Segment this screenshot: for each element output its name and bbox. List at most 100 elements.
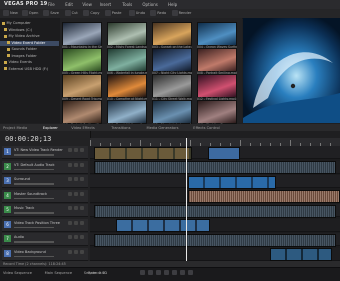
loop-icon[interactable] <box>180 270 185 275</box>
menu-item-edit[interactable]: Edit <box>65 2 73 7</box>
media-thumbnail[interactable] <box>197 48 237 72</box>
explorer-item[interactable]: Video Event Folder <box>0 40 59 46</box>
media-thumbnail[interactable] <box>62 100 102 124</box>
track-header[interactable]: 1 VT: New Video Track Render <box>2 146 88 159</box>
undo-icon[interactable] <box>128 10 135 16</box>
play-icon[interactable] <box>148 270 153 275</box>
menu-item-view[interactable]: View <box>82 2 92 7</box>
render-icon[interactable] <box>171 10 178 16</box>
solo-icon[interactable] <box>74 206 78 210</box>
pause-icon[interactable] <box>156 270 161 275</box>
copy-icon[interactable] <box>83 10 90 16</box>
fx-icon[interactable] <box>80 235 84 239</box>
track-volume-slider[interactable] <box>14 212 54 214</box>
cut-button[interactable]: Cut <box>72 11 78 15</box>
timeline-tracks[interactable] <box>90 146 340 261</box>
track-volume-slider[interactable] <box>14 241 54 243</box>
media-thumbnail[interactable] <box>152 100 192 124</box>
timeline-clip[interactable] <box>94 161 336 174</box>
mute-icon[interactable] <box>68 249 72 254</box>
save-button[interactable]: Save <box>50 11 59 15</box>
open-icon[interactable] <box>21 10 28 16</box>
timeline-clip[interactable] <box>208 146 240 160</box>
media-thumbnail[interactable] <box>107 48 147 72</box>
paste-button[interactable]: Paste <box>112 11 122 15</box>
media-thumbnail[interactable] <box>152 22 192 46</box>
explorer-item[interactable]: Video Events <box>0 60 59 66</box>
prev-icon[interactable] <box>140 270 145 275</box>
fx-icon[interactable] <box>80 177 84 181</box>
media-thumbnail[interactable] <box>197 100 237 124</box>
media-thumbnail[interactable] <box>107 74 147 98</box>
solo-icon[interactable] <box>74 235 78 239</box>
tab-project-media[interactable]: Project Media <box>3 126 27 130</box>
media-thumbnail[interactable] <box>62 74 102 98</box>
fx-icon[interactable] <box>80 249 84 254</box>
track-volume-slider[interactable] <box>14 255 54 257</box>
playhead-cursor[interactable] <box>186 138 187 261</box>
track-header[interactable]: 6 Video Track Position Three <box>2 218 88 232</box>
tab-video-effects[interactable]: Video Effects <box>71 126 94 130</box>
solo-icon[interactable] <box>74 191 78 196</box>
render-button[interactable]: Render <box>179 11 192 15</box>
solo-icon[interactable] <box>74 220 78 225</box>
track-header[interactable]: 5 Music Track <box>2 204 88 217</box>
mute-icon[interactable] <box>68 148 72 152</box>
solo-icon[interactable] <box>74 148 78 152</box>
media-thumbnail[interactable] <box>62 22 102 46</box>
bottom-tab-main-sequence[interactable]: Main Sequence <box>45 271 72 275</box>
timeline-clip[interactable] <box>270 248 332 261</box>
tab-explorer[interactable]: Explorer <box>43 126 58 130</box>
timeline-clip[interactable] <box>188 190 340 203</box>
solo-icon[interactable] <box>74 177 78 181</box>
timeline-clip[interactable] <box>94 146 192 160</box>
track-volume-slider[interactable] <box>14 226 54 228</box>
tab-transitions[interactable]: Transitions <box>111 126 130 130</box>
explorer-item[interactable]: External USB HDD (F:) <box>0 67 59 73</box>
fx-icon[interactable] <box>80 220 84 225</box>
explorer-item[interactable]: Images Folder <box>0 54 59 60</box>
track-header[interactable]: 4 Master Soundtrack <box>2 189 88 203</box>
timeline-clip[interactable] <box>94 233 336 247</box>
menu-item-options[interactable]: Options <box>142 2 157 7</box>
next-icon[interactable] <box>172 270 177 275</box>
tab-media-generators[interactable]: Media Generators <box>147 126 179 130</box>
redo-icon[interactable] <box>150 10 157 16</box>
undo-button[interactable]: Undo <box>136 11 145 15</box>
new-button[interactable]: New <box>10 11 18 15</box>
media-thumbnail[interactable] <box>152 74 192 98</box>
explorer-item[interactable]: My Computer <box>0 21 59 27</box>
track-volume-slider[interactable] <box>14 168 54 170</box>
solo-icon[interactable] <box>74 249 78 254</box>
bottom-tab-video-sequence[interactable]: Video Sequence <box>3 271 32 275</box>
solo-icon[interactable] <box>74 162 78 167</box>
explorer-item[interactable]: Windows (C:) <box>0 28 59 34</box>
track-volume-slider[interactable] <box>14 183 54 185</box>
menu-item-file[interactable]: File <box>48 2 55 7</box>
media-thumbnail[interactable] <box>197 74 237 98</box>
menu-item-tools[interactable]: Tools <box>122 2 132 7</box>
fx-icon[interactable] <box>80 148 84 152</box>
timeline-clip[interactable] <box>188 175 276 189</box>
mute-icon[interactable] <box>68 235 72 239</box>
track-header[interactable]: 8 Video Background <box>2 247 88 261</box>
timeline-ruler[interactable] <box>90 138 340 146</box>
media-thumbnail[interactable] <box>197 22 237 46</box>
copy-button[interactable]: Copy <box>90 11 99 15</box>
new-icon[interactable] <box>3 10 9 16</box>
track-volume-slider[interactable] <box>14 154 54 156</box>
media-thumbnail[interactable] <box>152 48 192 72</box>
redo-button[interactable]: Redo <box>157 11 166 15</box>
track-header[interactable]: 3 Surround <box>2 175 88 188</box>
tab-effects-control[interactable]: Effects Control <box>193 126 219 130</box>
track-header[interactable]: 2 VT: Default Audio Track <box>2 160 88 174</box>
record-icon[interactable] <box>188 270 193 275</box>
fx-icon[interactable] <box>80 191 84 196</box>
timeline-clip[interactable] <box>94 204 336 218</box>
mute-icon[interactable] <box>68 220 72 225</box>
cut-icon[interactable] <box>64 10 71 16</box>
media-thumbnail[interactable] <box>62 48 102 72</box>
open-button[interactable]: Open <box>29 11 39 15</box>
media-thumbnail[interactable] <box>107 100 147 124</box>
media-thumbnail[interactable] <box>107 22 147 46</box>
